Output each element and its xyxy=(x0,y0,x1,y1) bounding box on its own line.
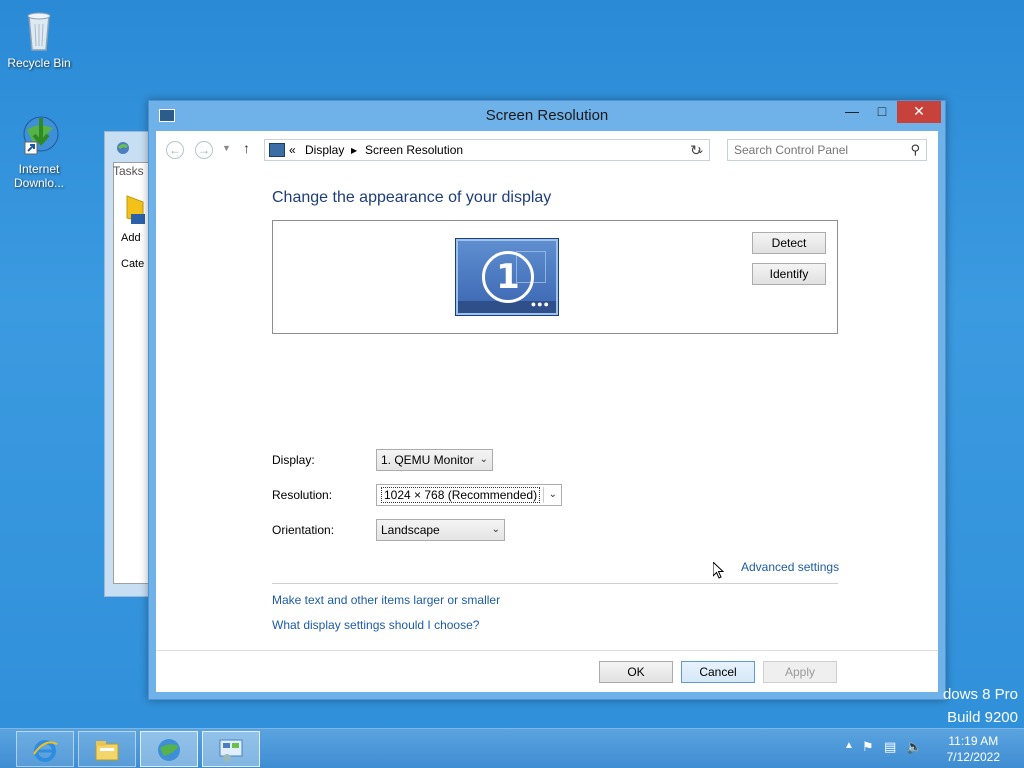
back-arrow-icon: ← xyxy=(169,143,181,157)
chevron-down-icon: ⌄ xyxy=(491,524,500,535)
search-icon: ⚲ xyxy=(910,142,920,157)
action-center-flag-icon[interactable]: ⚑ xyxy=(862,739,874,755)
window-content: ← → ▼ ↑ « Display ▶ Screen Resolution ⌄ … xyxy=(156,131,938,692)
detect-button[interactable]: Detect xyxy=(752,232,826,254)
display-preview-area: 1 ●●● Detect Identify xyxy=(272,220,838,334)
text-size-link[interactable]: Make text and other items larger or smal… xyxy=(272,593,500,607)
cancel-button[interactable]: Cancel xyxy=(681,661,755,683)
taskbar: ▲ ⚑ ▤ 🔈 11:19 AM 7/12/2022 xyxy=(0,728,1024,768)
internet-download-manager-shortcut[interactable]: Internet Downlo... xyxy=(4,112,74,190)
advanced-settings-link[interactable]: Advanced settings xyxy=(741,560,839,574)
add-icon xyxy=(123,192,149,226)
recent-pages-dropdown[interactable]: ▼ xyxy=(222,143,231,153)
recycle-bin[interactable]: Recycle Bin xyxy=(4,6,74,70)
internet-explorer-icon xyxy=(31,736,59,764)
windows-edition-watermark: dows 8 Pro Build 9200 xyxy=(943,683,1018,729)
taskbar-internet-explorer[interactable] xyxy=(16,731,74,767)
maximize-button[interactable]: □ xyxy=(867,101,897,123)
tray-dots-icon: ●●● xyxy=(530,299,550,309)
refresh-button[interactable]: ↻ xyxy=(684,140,708,160)
breadcrumb-chevron-icon: ▶ xyxy=(351,146,358,155)
forward-button[interactable]: → xyxy=(195,141,213,159)
divider xyxy=(272,583,838,584)
screen-resolution-window: Screen Resolution — □ ✕ ← → ▼ ↑ « Displa… xyxy=(148,100,946,700)
recycle-bin-icon xyxy=(15,6,63,54)
dropdown-separator xyxy=(543,487,544,503)
category-header: Cate xyxy=(121,258,145,270)
resolution-select[interactable]: 1024 × 768 (Recommended) ⌄ xyxy=(376,484,562,506)
breadcrumb-screen-resolution[interactable]: Screen Resolution xyxy=(365,143,463,157)
up-button[interactable]: ↑ xyxy=(243,140,250,156)
identify-button[interactable]: Identify xyxy=(752,263,826,285)
add-label[interactable]: Add xyxy=(121,232,141,244)
volume-muted-icon[interactable]: 🔈 xyxy=(906,739,922,755)
display-icon xyxy=(269,143,285,157)
control-panel-icon xyxy=(217,736,245,764)
refresh-icon: ↻ xyxy=(690,142,702,158)
display-settings-help-link[interactable]: What display settings should I choose? xyxy=(272,618,479,632)
address-bar[interactable]: « Display ▶ Screen Resolution ⌄ xyxy=(264,139,710,161)
chevron-down-icon: ⌄ xyxy=(479,454,488,465)
search-input[interactable] xyxy=(728,140,898,160)
file-explorer-icon xyxy=(93,736,121,764)
close-button[interactable]: ✕ xyxy=(897,101,941,123)
tasks-tab[interactable]: Tasks xyxy=(113,164,144,178)
clock-date: 7/12/2022 xyxy=(946,750,1000,764)
taskbar-control-panel[interactable] xyxy=(202,731,260,767)
title-bar[interactable]: Screen Resolution — □ ✕ xyxy=(149,101,945,131)
internet-download-manager-icon xyxy=(155,736,183,764)
recycle-bin-label: Recycle Bin xyxy=(7,56,71,70)
minimize-button[interactable]: — xyxy=(837,101,867,123)
monitor-1-thumbnail[interactable]: 1 ●●● xyxy=(456,239,558,315)
internet-download-manager-label: Internet Downlo... xyxy=(13,162,65,190)
clock-time: 11:19 AM xyxy=(948,734,999,748)
ok-button[interactable]: OK xyxy=(599,661,673,683)
taskbar-file-explorer[interactable] xyxy=(78,731,136,767)
taskbar-clock[interactable]: 11:19 AM 7/12/2022 xyxy=(947,733,1000,765)
show-hidden-icons-icon[interactable]: ▲ xyxy=(844,740,854,751)
app-icon xyxy=(115,140,131,156)
search-box[interactable]: ⚲ xyxy=(727,139,927,161)
breadcrumb-display[interactable]: Display xyxy=(305,143,344,157)
internet-download-manager-icon xyxy=(15,112,63,160)
orientation-label: Orientation: xyxy=(272,523,335,537)
display-select-value: 1. QEMU Monitor xyxy=(381,453,474,467)
apply-button[interactable]: Apply xyxy=(763,661,837,683)
display-select[interactable]: 1. QEMU Monitor ⌄ xyxy=(376,449,493,471)
watermark-build: Build 9200 xyxy=(947,709,1018,726)
footer-divider xyxy=(156,650,938,651)
display-label: Display: xyxy=(272,453,315,467)
orientation-select-value: Landscape xyxy=(381,523,440,537)
watermark-edition: dows 8 Pro xyxy=(942,686,1018,703)
monitor-number: 1 xyxy=(482,251,534,303)
network-icon[interactable]: ▤ xyxy=(884,739,896,755)
mouse-cursor-icon xyxy=(712,560,725,580)
resolution-select-value: 1024 × 768 (Recommended) xyxy=(381,487,541,503)
orientation-select[interactable]: Landscape ⌄ xyxy=(376,519,505,541)
up-arrow-icon: ↑ xyxy=(243,140,250,156)
page-heading: Change the appearance of your display xyxy=(272,189,552,206)
breadcrumb-overflow[interactable]: « xyxy=(289,143,296,157)
resolution-label: Resolution: xyxy=(272,488,333,502)
back-button[interactable]: ← xyxy=(166,141,184,159)
chevron-down-icon: ⌄ xyxy=(548,489,557,500)
taskbar-internet-download-manager[interactable] xyxy=(140,731,198,767)
window-title: Screen Resolution xyxy=(485,107,609,124)
forward-arrow-icon: → xyxy=(198,143,210,157)
